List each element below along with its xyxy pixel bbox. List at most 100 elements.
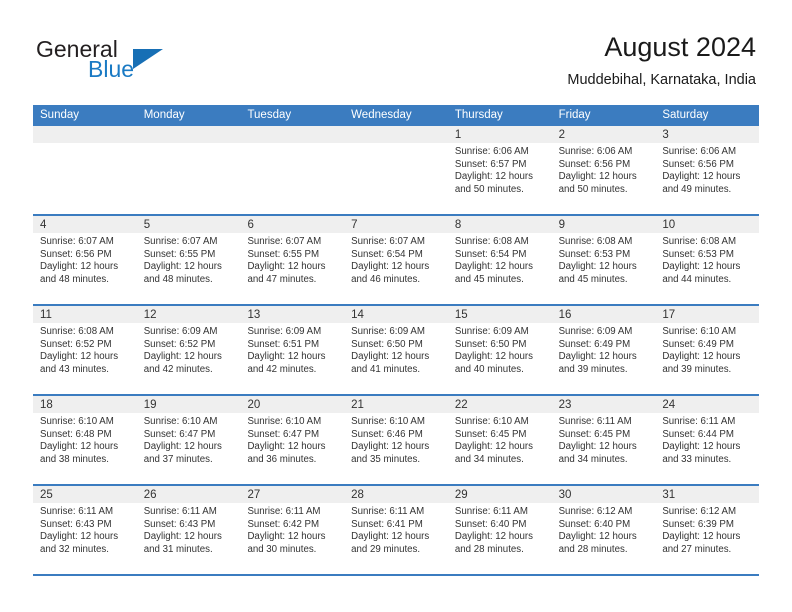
day-daylight2-text: and 43 minutes.: [40, 363, 109, 375]
day-number: 7: [344, 216, 448, 233]
day-cell[interactable]: 16 Sunrise: 6:09 AM Sunset: 6:49 PM Dayligh…: [551, 306, 656, 394]
day-details: Sunrise: 6:06 AM Sunset: 6:56 PM Daylight:…: [552, 143, 656, 200]
brand-logo[interactable]: General Blue: [36, 36, 256, 88]
day-details: Sunrise: 6:09 AM Sunset: 6:51 PM Daylight:…: [240, 323, 344, 380]
day-sunset-text: Sunset: 6:53 PM: [662, 248, 734, 260]
day-cell-empty: [344, 126, 448, 214]
day-daylight1-text: Daylight: 12 hours: [662, 531, 741, 543]
calendar-week-row: 11 Sunrise: 6:08 AM Sunset: 6:52 PM Dayligh…: [33, 306, 760, 396]
day-details: Sunrise: 6:08 AM Sunset: 6:53 PM Daylight:…: [655, 233, 759, 290]
day-sunrise-text: Sunrise: 6:11 AM: [558, 416, 632, 427]
day-number: 23: [551, 396, 656, 413]
day-cell[interactable]: 21 Sunrise: 6:10 AM Sunset: 6:46 PM Dayligh…: [344, 396, 448, 484]
day-number: 21: [344, 396, 448, 413]
day-cell[interactable]: 13 Sunrise: 6:09 AM Sunset: 6:51 PM Dayligh…: [240, 306, 345, 394]
day-daylight2-text: and 49 minutes.: [662, 183, 732, 195]
day-cell[interactable]: 22 Sunrise: 6:10 AM Sunset: 6:45 PM Dayligh…: [447, 396, 552, 484]
day-number: 3: [655, 126, 760, 143]
day-daylight1-text: Daylight: 12 hours: [454, 261, 533, 273]
day-number: 14: [344, 306, 448, 323]
day-sunrise-text: Sunrise: 6:10 AM: [40, 416, 114, 427]
day-cell[interactable]: 12 Sunrise: 6:09 AM Sunset: 6:52 PM Dayligh…: [136, 306, 241, 394]
day-details: Sunrise: 6:06 AM Sunset: 6:57 PM Daylight:…: [448, 143, 552, 200]
day-daylight2-text: and 31 minutes.: [143, 543, 213, 555]
day-sunset-text: Sunset: 6:50 PM: [454, 338, 527, 350]
day-number: 17: [655, 306, 760, 323]
day-daylight1-text: Daylight: 12 hours: [143, 351, 222, 363]
day-sunrise-text: Sunrise: 6:10 AM: [662, 326, 737, 337]
calendar-grid: Sunday Monday Tuesday Wednesday Thursday Frid…: [33, 105, 760, 576]
day-sunset-text: Sunset: 6:48 PM: [40, 428, 112, 440]
day-cell[interactable]: 1 Sunrise: 6:06 AM Sunset: 6:57 PM Daylight…: [447, 126, 552, 214]
day-cell-empty: [136, 126, 241, 214]
day-daylight1-text: Daylight: 12 hours: [558, 441, 637, 453]
day-cell[interactable]: 18 Sunrise: 6:10 AM Sunset: 6:48 PM Dayligh…: [33, 396, 137, 484]
day-cell[interactable]: 19 Sunrise: 6:10 AM Sunset: 6:47 PM Dayligh…: [136, 396, 241, 484]
day-cell[interactable]: 10 Sunrise: 6:08 AM Sunset: 6:53 PM Dayligh…: [655, 216, 760, 304]
day-sunset-text: Sunset: 6:40 PM: [454, 518, 527, 530]
day-sunrise-text: Sunrise: 6:09 AM: [143, 326, 218, 337]
day-sunset-text: Sunset: 6:47 PM: [247, 428, 320, 440]
day-cell[interactable]: 27 Sunrise: 6:11 AM Sunset: 6:42 PM Dayligh…: [240, 486, 345, 574]
day-sunrise-text: Sunrise: 6:08 AM: [662, 236, 737, 247]
day-cell[interactable]: 9 Sunrise: 6:08 AM Sunset: 6:53 PM Daylight…: [551, 216, 656, 304]
day-sunset-text: Sunset: 6:44 PM: [662, 428, 734, 440]
day-sunset-text: Sunset: 6:50 PM: [351, 338, 423, 350]
day-cell[interactable]: 28 Sunrise: 6:11 AM Sunset: 6:41 PM Dayligh…: [344, 486, 448, 574]
day-sunrise-text: Sunrise: 6:11 AM: [351, 506, 425, 517]
day-sunrise-text: Sunrise: 6:11 AM: [143, 506, 217, 517]
day-daylight2-text: and 42 minutes.: [247, 363, 317, 375]
day-sunrise-text: Sunrise: 6:12 AM: [662, 506, 737, 517]
day-cell[interactable]: 6 Sunrise: 6:07 AM Sunset: 6:55 PM Daylight…: [240, 216, 345, 304]
day-details: Sunrise: 6:09 AM Sunset: 6:49 PM Daylight:…: [552, 323, 656, 380]
day-details: Sunrise: 6:07 AM Sunset: 6:56 PM Daylight:…: [33, 233, 137, 290]
day-daylight2-text: and 30 minutes.: [247, 543, 317, 555]
day-details: Sunrise: 6:12 AM Sunset: 6:40 PM Daylight:…: [552, 503, 656, 560]
day-sunrise-text: Sunrise: 6:09 AM: [351, 326, 425, 337]
day-cell[interactable]: 3 Sunrise: 6:06 AM Sunset: 6:56 PM Daylight…: [655, 126, 760, 214]
day-details: Sunrise: 6:11 AM Sunset: 6:44 PM Daylight:…: [655, 413, 759, 470]
day-cell[interactable]: 8 Sunrise: 6:08 AM Sunset: 6:54 PM Daylight…: [447, 216, 552, 304]
day-cell[interactable]: 11 Sunrise: 6:08 AM Sunset: 6:52 PM Dayligh…: [33, 306, 137, 394]
day-sunrise-text: Sunrise: 6:10 AM: [351, 416, 425, 427]
day-daylight1-text: Daylight: 12 hours: [247, 441, 326, 453]
day-cell[interactable]: 26 Sunrise: 6:11 AM Sunset: 6:43 PM Dayligh…: [136, 486, 241, 574]
day-cell[interactable]: 31 Sunrise: 6:12 AM Sunset: 6:39 PM Dayligh…: [655, 486, 760, 574]
day-daylight1-text: Daylight: 12 hours: [247, 351, 326, 363]
day-details: Sunrise: 6:10 AM Sunset: 6:47 PM Daylight:…: [137, 413, 241, 470]
day-cell[interactable]: 15 Sunrise: 6:09 AM Sunset: 6:50 PM Dayligh…: [447, 306, 552, 394]
day-sunset-text: Sunset: 6:52 PM: [40, 338, 112, 350]
day-sunset-text: Sunset: 6:47 PM: [143, 428, 216, 440]
day-daylight1-text: Daylight: 12 hours: [558, 351, 637, 363]
day-cell[interactable]: 29 Sunrise: 6:11 AM Sunset: 6:40 PM Dayligh…: [447, 486, 552, 574]
day-daylight2-text: and 34 minutes.: [454, 453, 524, 465]
calendar-page: General Blue August 2024 Muddebihal, Kar…: [0, 0, 792, 612]
day-cell[interactable]: 4 Sunrise: 6:07 AM Sunset: 6:56 PM Daylight…: [33, 216, 137, 304]
day-cell[interactable]: 5 Sunrise: 6:07 AM Sunset: 6:55 PM Daylight…: [136, 216, 241, 304]
day-sunset-text: Sunset: 6:43 PM: [40, 518, 112, 530]
day-cell[interactable]: 25 Sunrise: 6:11 AM Sunset: 6:43 PM Dayligh…: [33, 486, 137, 574]
day-sunrise-text: Sunrise: 6:11 AM: [247, 506, 321, 517]
day-sunset-text: Sunset: 6:54 PM: [454, 248, 527, 260]
day-sunrise-text: Sunrise: 6:08 AM: [454, 236, 529, 247]
day-daylight1-text: Daylight: 12 hours: [662, 171, 741, 183]
day-cell[interactable]: 24 Sunrise: 6:11 AM Sunset: 6:44 PM Dayligh…: [655, 396, 760, 484]
day-cell[interactable]: 23 Sunrise: 6:11 AM Sunset: 6:45 PM Dayligh…: [551, 396, 656, 484]
day-daylight2-text: and 50 minutes.: [558, 183, 628, 195]
page-title: August 2024: [604, 32, 756, 62]
day-sunset-text: Sunset: 6:53 PM: [558, 248, 631, 260]
day-details: Sunrise: 6:12 AM Sunset: 6:39 PM Daylight:…: [655, 503, 759, 560]
day-cell[interactable]: 30 Sunrise: 6:12 AM Sunset: 6:40 PM Dayligh…: [551, 486, 656, 574]
day-daylight1-text: Daylight: 12 hours: [351, 531, 430, 543]
day-cell[interactable]: 17 Sunrise: 6:10 AM Sunset: 6:49 PM Dayligh…: [655, 306, 760, 394]
day-sunrise-text: Sunrise: 6:10 AM: [454, 416, 529, 427]
day-cell[interactable]: 14 Sunrise: 6:09 AM Sunset: 6:50 PM Dayligh…: [344, 306, 448, 394]
day-details: Sunrise: 6:08 AM Sunset: 6:53 PM Daylight:…: [552, 233, 656, 290]
day-cell[interactable]: 2 Sunrise: 6:06 AM Sunset: 6:56 PM Daylight…: [551, 126, 656, 214]
day-number: 6: [240, 216, 345, 233]
day-number: 13: [240, 306, 345, 323]
day-daylight1-text: Daylight: 12 hours: [558, 171, 637, 183]
day-cell[interactable]: 7 Sunrise: 6:07 AM Sunset: 6:54 PM Daylight…: [344, 216, 448, 304]
day-cell[interactable]: 20 Sunrise: 6:10 AM Sunset: 6:47 PM Dayligh…: [240, 396, 345, 484]
day-daylight1-text: Daylight: 12 hours: [662, 351, 741, 363]
